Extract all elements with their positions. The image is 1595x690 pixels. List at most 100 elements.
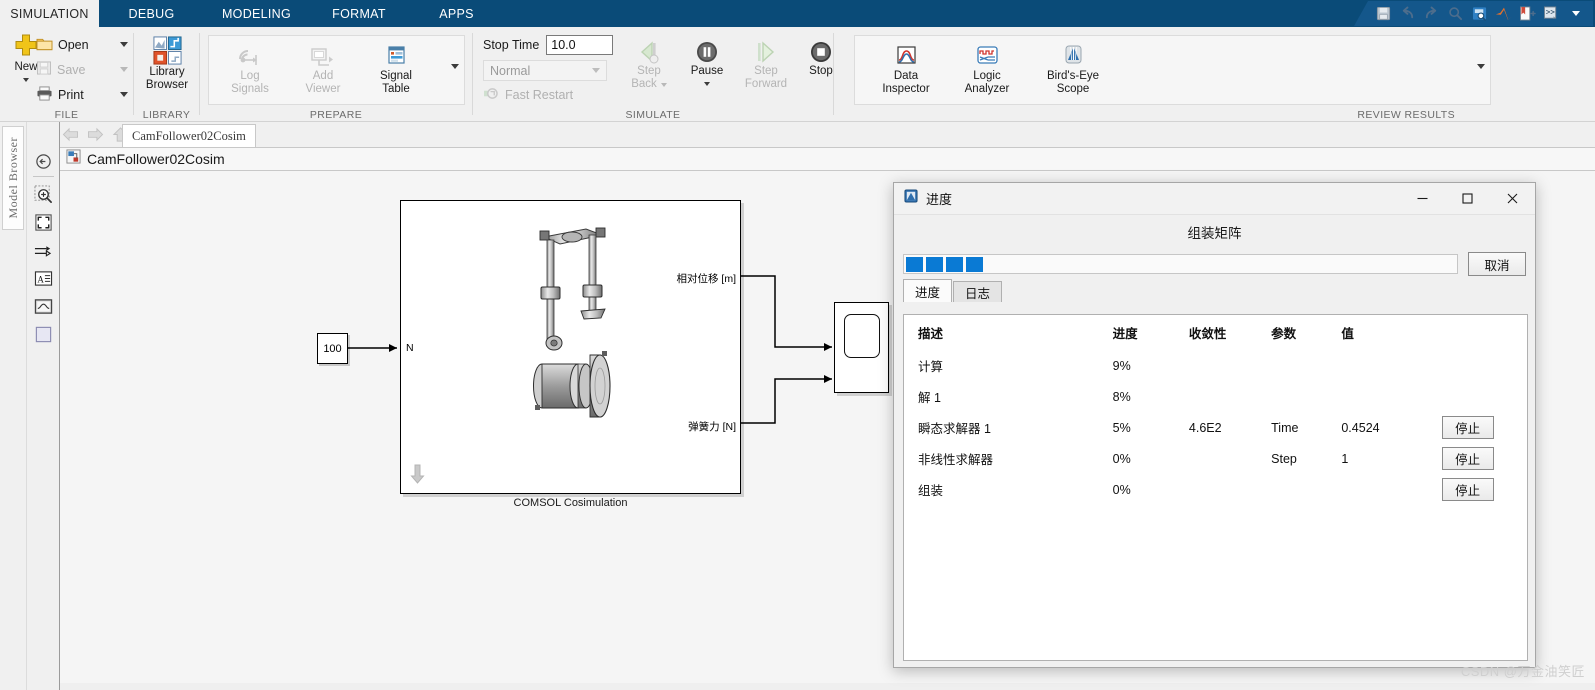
- annotation-icon[interactable]: A: [33, 268, 54, 289]
- data-inspector-label-line2: Inspector: [882, 83, 930, 95]
- step-forward-icon: [751, 39, 781, 65]
- fit-to-view-icon[interactable]: [33, 212, 54, 233]
- pause-button[interactable]: Pause: [681, 39, 733, 86]
- tab-progress[interactable]: 进度: [903, 279, 953, 302]
- review-more-chevron-down-icon[interactable]: [1477, 64, 1485, 69]
- table-row[interactable]: 组装 0% 停止: [904, 474, 1527, 505]
- scope-block[interactable]: [834, 302, 889, 393]
- signal-routing-icon[interactable]: [33, 240, 54, 261]
- stop-row-button[interactable]: 停止: [1441, 447, 1494, 470]
- cancel-button[interactable]: 取消: [1468, 252, 1526, 276]
- subsystem-down-arrow-icon: [410, 464, 425, 484]
- log-signals-button[interactable]: Log Signals: [221, 42, 279, 96]
- document-tab-camfollower[interactable]: CamFollower02Cosim: [122, 124, 256, 147]
- forward-arrow-icon[interactable]: [85, 125, 105, 144]
- model-browser-tab[interactable]: Model Browser: [2, 126, 24, 230]
- model-icon: [66, 149, 81, 169]
- new-chevron-down-icon[interactable]: [23, 78, 29, 82]
- redo-icon[interactable]: [1420, 3, 1443, 24]
- prepare-more-chevron-down-icon[interactable]: [451, 64, 459, 69]
- birds-eye-scope-button[interactable]: Bird's-Eye Scope: [1036, 42, 1110, 96]
- open-button[interactable]: Open: [36, 32, 128, 57]
- row-value: 1: [1341, 451, 1349, 466]
- ribbon: New Open Save Print FILE Library Browser…: [0, 27, 1595, 122]
- matlab-logo-icon[interactable]: [1492, 3, 1515, 24]
- save-chevron-down-icon[interactable]: [120, 67, 128, 72]
- open-chevron-down-icon[interactable]: [120, 42, 128, 47]
- library-browser-button[interactable]: Library Browser: [140, 35, 194, 92]
- quick-access-overflow-icon[interactable]: [1564, 3, 1587, 24]
- step-forward-label-line1: Step: [754, 65, 778, 77]
- back-arrow-icon[interactable]: [60, 125, 80, 144]
- tab-apps[interactable]: APPS: [409, 0, 504, 27]
- step-forward-button[interactable]: Step Forward: [737, 39, 795, 91]
- scope-tool-icon[interactable]: [33, 296, 54, 317]
- step-back-chevron-down-icon[interactable]: [660, 82, 667, 87]
- simulation-mode-select[interactable]: Normal: [483, 60, 607, 81]
- close-button[interactable]: [1490, 183, 1535, 214]
- stop-row-button[interactable]: 停止: [1441, 478, 1494, 501]
- stop-time-input[interactable]: [546, 35, 614, 55]
- pause-icon: [692, 39, 722, 65]
- table-row[interactable]: 非线性求解器 0% Step 1 停止: [904, 443, 1527, 474]
- logic-analyzer-button[interactable]: Logic Analyzer: [955, 42, 1019, 96]
- progress-dialog-title: 进度: [926, 192, 953, 207]
- find-in-model-icon[interactable]: [1468, 3, 1491, 24]
- column-header-description: 描述: [918, 327, 944, 341]
- ribbon-group-simulate: Stop Time Normal Fast Restart Step Bac: [473, 27, 833, 122]
- table-row[interactable]: 瞬态求解器 1 5% 4.6E2 Time 0.4524 停止: [904, 412, 1527, 443]
- tab-format[interactable]: FORMAT: [309, 0, 409, 27]
- zoom-in-icon[interactable]: [33, 184, 54, 205]
- simulink-window: SIMULATION DEBUG MODELING FORMAT APPS >>…: [0, 0, 1595, 690]
- tab-debug[interactable]: DEBUG: [99, 0, 204, 27]
- pause-chevron-down-icon[interactable]: [704, 82, 710, 86]
- comsol-cosimulation-block[interactable]: N 相对位移 [m] 弹簧力 [N]: [400, 200, 741, 494]
- table-row[interactable]: 计算 9%: [904, 350, 1527, 381]
- ribbon-group-prepare: Log Signals Add Viewer Signal Table PREP…: [200, 27, 472, 122]
- maximize-button[interactable]: [1445, 183, 1490, 214]
- row-parameter: [1271, 474, 1341, 505]
- stop-icon: [806, 39, 836, 65]
- print-button[interactable]: Print: [36, 82, 128, 107]
- row-parameter: [1271, 381, 1341, 412]
- navigate-back-icon[interactable]: [33, 151, 54, 172]
- tab-simulation[interactable]: SIMULATION: [0, 0, 99, 27]
- add-viewer-button[interactable]: Add Viewer: [294, 42, 352, 96]
- signal-table-label-line2: Table: [382, 83, 410, 95]
- step-back-button[interactable]: Step Back: [623, 39, 675, 91]
- document-tab-label: CamFollower02Cosim: [132, 128, 246, 143]
- table-row[interactable]: 解 1 8%: [904, 381, 1527, 412]
- column-header-value: 值: [1341, 327, 1354, 341]
- progress-block: [966, 256, 983, 272]
- simulink-help-icon[interactable]: [1516, 3, 1539, 24]
- data-inspector-button[interactable]: Data Inspector: [874, 42, 938, 96]
- progress-dialog-titlebar[interactable]: 进度: [894, 183, 1535, 215]
- column-header-convergence: 收敛性: [1188, 327, 1227, 341]
- birds-eye-scope-icon: [1058, 42, 1088, 70]
- tab-modeling[interactable]: MODELING: [204, 0, 309, 27]
- fast-restart-toggle[interactable]: Fast Restart: [483, 87, 573, 103]
- document-tabbar: CamFollower02Cosim: [60, 122, 1595, 147]
- minimize-button[interactable]: [1400, 183, 1445, 214]
- tab-log[interactable]: 日志: [953, 281, 1003, 302]
- signal-table-button[interactable]: Signal Table: [367, 42, 425, 96]
- comsol-cosimulation-caption: COMSOL Cosimulation: [513, 497, 628, 509]
- search-icon[interactable]: [1444, 3, 1467, 24]
- constant-block[interactable]: 100: [317, 333, 348, 364]
- row-value: [1341, 381, 1441, 412]
- save-icon[interactable]: [1372, 3, 1395, 24]
- ribbon-group-library-label: LIBRARY: [142, 109, 191, 121]
- command-window-icon[interactable]: >>: [1540, 3, 1563, 24]
- undo-icon[interactable]: [1396, 3, 1419, 24]
- progress-block: [926, 256, 943, 272]
- save-button[interactable]: Save: [36, 57, 128, 82]
- input-port-label-n: N: [406, 342, 414, 354]
- stop-row-button[interactable]: 停止: [1441, 416, 1494, 439]
- fast-restart-label: Fast Restart: [505, 88, 574, 102]
- constant-block-value: 100: [323, 342, 342, 355]
- print-chevron-down-icon[interactable]: [120, 92, 128, 97]
- block-tool-icon[interactable]: [33, 324, 54, 345]
- column-header-progress: 进度: [1112, 327, 1138, 341]
- fast-restart-icon: [483, 87, 499, 103]
- row-description: 非线性求解器: [918, 453, 994, 467]
